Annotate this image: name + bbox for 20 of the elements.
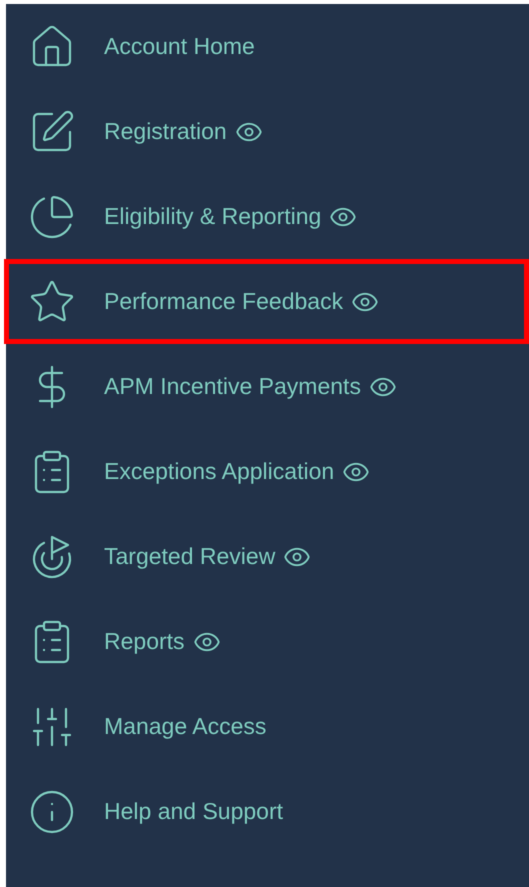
nav-label: Registration <box>104 117 227 146</box>
nav-item[interactable]: APM Incentive Payments <box>4 344 529 429</box>
nav-label: Help and Support <box>104 797 284 826</box>
nav-item[interactable]: Reports <box>4 599 529 684</box>
nav-item[interactable]: Manage Access <box>4 684 529 769</box>
nav-label: Manage Access <box>104 712 266 742</box>
nav-label: Targeted Review <box>104 542 276 572</box>
nav-label: APM Incentive Payments <box>104 372 361 402</box>
nav-item[interactable]: Eligibility & Reporting <box>4 174 529 259</box>
nav-item[interactable]: Performance Feedback <box>4 259 529 344</box>
nav-label: Reports <box>104 627 185 656</box>
nav-label: Account Home <box>104 32 255 62</box>
nav-label: Eligibility & Reporting <box>104 202 322 232</box>
nav-item[interactable]: Registration <box>4 89 529 174</box>
nav-label: Exceptions Application <box>104 457 334 486</box>
nav-item[interactable]: Account Home <box>4 4 529 89</box>
nav-label: Performance Feedback <box>104 287 344 316</box>
nav-item[interactable]: Exceptions Application <box>4 429 529 514</box>
nav-item[interactable]: Targeted Review <box>4 514 529 599</box>
nav-item[interactable]: Help and Support <box>4 769 529 854</box>
